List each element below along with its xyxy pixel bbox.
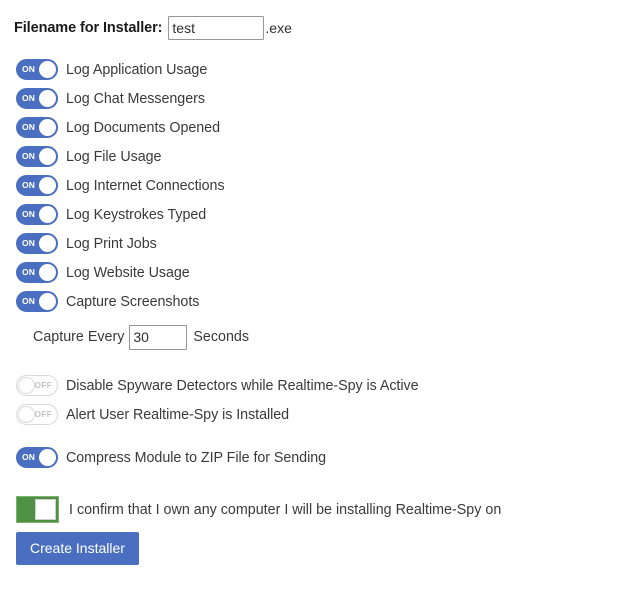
toggle-label: Compress Module to ZIP File for Sending (66, 449, 327, 466)
toggle-switch-log-internet-connections[interactable]: ON (16, 175, 58, 196)
confirmation-label: I confirm that I own any computer I will… (69, 501, 502, 518)
toggle-label: Disable Spyware Detectors while Realtime… (66, 377, 419, 394)
toggle-state-text: ON (22, 209, 36, 219)
toggle-row-alert-user-installed[interactable]: OFF Alert User Realtime-Spy is Installed (16, 404, 620, 425)
logging-toggle-list: ON Log Application Usage ON Log Chat Mes… (0, 59, 620, 312)
toggle-knob-icon (39, 449, 56, 466)
toggle-knob-icon (39, 177, 56, 194)
toggle-label: Log Print Jobs (66, 235, 157, 252)
toggle-row-log-chat-messengers[interactable]: ON Log Chat Messengers (16, 88, 620, 109)
toggle-state-text: ON (22, 151, 36, 161)
toggle-switch-log-chat-messengers[interactable]: ON (16, 88, 58, 109)
toggle-row-log-file-usage[interactable]: ON Log File Usage (16, 146, 620, 167)
toggle-state-text: ON (22, 238, 36, 248)
toggle-knob-icon (35, 499, 56, 520)
capture-interval-row: Capture Every Seconds (0, 324, 620, 350)
toggle-state-text: ON (22, 267, 36, 277)
toggle-state-text: ON (22, 122, 36, 132)
toggle-switch-compress-module-zip[interactable]: ON (16, 447, 58, 468)
compress-toggle-list: ON Compress Module to ZIP File for Sendi… (0, 447, 620, 468)
toggle-label: Log Keystrokes Typed (66, 206, 207, 223)
toggle-state-text: ON (22, 93, 36, 103)
toggle-switch-log-print-jobs[interactable]: ON (16, 233, 58, 254)
toggle-label: Alert User Realtime-Spy is Installed (66, 406, 290, 423)
toggle-state-text: ON (22, 64, 36, 74)
toggle-label: Log Documents Opened (66, 119, 220, 136)
create-installer-button[interactable]: Create Installer (16, 532, 139, 565)
toggle-row-log-application-usage[interactable]: ON Log Application Usage (16, 59, 620, 80)
filename-row: Filename for Installer: .exe (0, 0, 620, 42)
toggle-state-text: ON (22, 452, 36, 462)
toggle-state-text: ON (22, 296, 36, 306)
toggle-label: Log Application Usage (66, 61, 208, 78)
toggle-knob-icon (18, 377, 35, 394)
toggle-label: Log File Usage (66, 148, 162, 165)
filename-label: Filename for Installer: (14, 20, 163, 36)
toggle-row-log-website-usage[interactable]: ON Log Website Usage (16, 262, 620, 283)
toggle-row-log-print-jobs[interactable]: ON Log Print Jobs (16, 233, 620, 254)
toggle-switch-log-file-usage[interactable]: ON (16, 146, 58, 167)
filename-input[interactable] (168, 16, 265, 40)
toggle-knob-icon (39, 61, 56, 78)
toggle-switch-capture-screenshots[interactable]: ON (16, 291, 58, 312)
toggle-knob-icon (39, 148, 56, 165)
toggle-switch-disable-spyware-detectors[interactable]: OFF (16, 375, 58, 396)
toggle-knob-icon (39, 235, 56, 252)
toggle-row-compress-module-zip[interactable]: ON Compress Module to ZIP File for Sendi… (16, 447, 620, 468)
toggle-switch-log-keystrokes-typed[interactable]: ON (16, 204, 58, 225)
toggle-switch-log-website-usage[interactable]: ON (16, 262, 58, 283)
toggle-state-text: OFF (34, 380, 52, 390)
toggle-row-capture-screenshots[interactable]: ON Capture Screenshots (16, 291, 620, 312)
toggle-switch-ownership-confirmation[interactable] (16, 496, 59, 523)
toggle-knob-icon (18, 406, 35, 423)
capture-interval-input[interactable] (129, 324, 188, 350)
toggle-row-log-documents-opened[interactable]: ON Log Documents Opened (16, 117, 620, 138)
toggle-switch-log-documents-opened[interactable]: ON (16, 117, 58, 138)
toggle-knob-icon (39, 293, 56, 310)
action-button-row: Create Installer (0, 532, 620, 565)
toggle-knob-icon (39, 206, 56, 223)
toggle-knob-icon (39, 264, 56, 281)
toggle-state-text: OFF (34, 409, 52, 419)
toggle-row-log-internet-connections[interactable]: ON Log Internet Connections (16, 175, 620, 196)
stealth-toggle-list: OFF Disable Spyware Detectors while Real… (0, 375, 620, 425)
toggle-state-text: ON (22, 180, 36, 190)
toggle-label: Capture Screenshots (66, 293, 200, 310)
toggle-row-disable-spyware-detectors[interactable]: OFF Disable Spyware Detectors while Real… (16, 375, 620, 396)
toggle-switch-log-application-usage[interactable]: ON (16, 59, 58, 80)
capture-interval-prefix-label: Capture Every (33, 329, 125, 345)
toggle-knob-icon (39, 119, 56, 136)
toggle-switch-alert-user-installed[interactable]: OFF (16, 404, 58, 425)
filename-extension-label: .exe (265, 20, 292, 36)
toggle-row-log-keystrokes-typed[interactable]: ON Log Keystrokes Typed (16, 204, 620, 225)
toggle-label: Log Internet Connections (66, 177, 225, 194)
toggle-label: Log Website Usage (66, 264, 190, 281)
capture-interval-suffix-label: Seconds (193, 329, 250, 345)
toggle-label: Log Chat Messengers (66, 90, 205, 107)
confirmation-row[interactable]: I confirm that I own any computer I will… (0, 496, 620, 523)
toggle-knob-icon (39, 90, 56, 107)
